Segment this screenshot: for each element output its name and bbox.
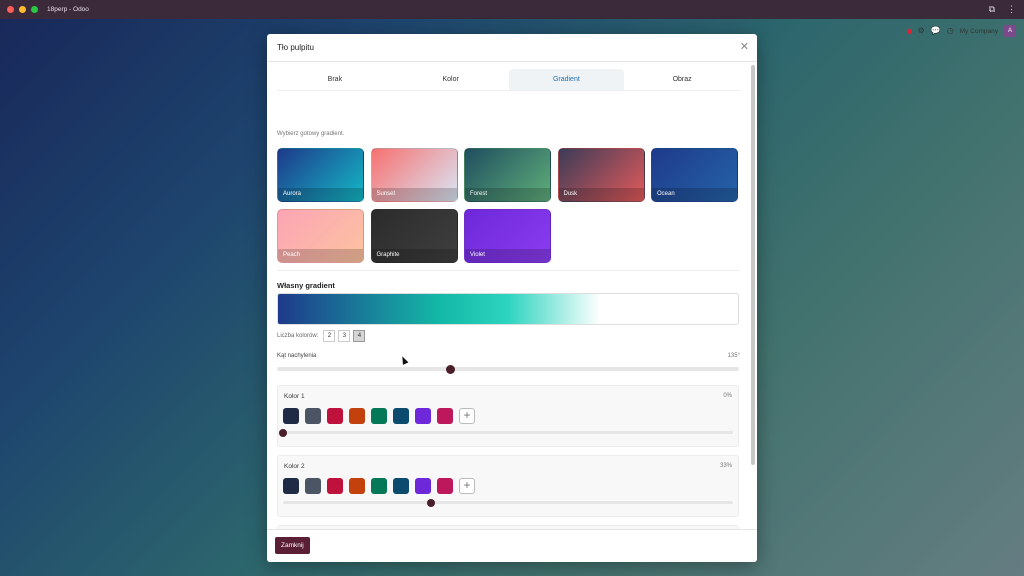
close-icon[interactable]: ✕ [740,42,749,53]
preset-dusk[interactable]: Dusk [557,148,645,202]
preset-sunset[interactable]: Sunset [370,148,458,202]
color-swatch[interactable] [437,478,453,494]
dialog-title: Tło pulpitu [277,43,314,52]
preset-hint: Wybierz gotowy gradient. [277,131,345,137]
dialog-footer: Zamknij [267,529,757,562]
color-swatch[interactable] [327,478,343,494]
color-swatch[interactable] [415,408,431,424]
preset-label: Dusk [558,188,644,201]
tab-bar: Brak Kolor Gradient Obraz [277,69,740,91]
close-button[interactable]: Zamknij [275,537,310,554]
color-swatch[interactable] [371,408,387,424]
color-swatch[interactable] [393,478,409,494]
clock-icon[interactable]: ◷ [947,27,954,35]
color-stop-card: Kolor 1 0% + [277,385,739,447]
preset-violet[interactable]: Violet [464,209,551,263]
dialog-header: Tło pulpitu ✕ [267,34,757,62]
color-stop-slider-thumb[interactable] [278,428,287,437]
tab-color[interactable]: Kolor [393,69,509,90]
color-swatch[interactable] [349,408,365,424]
background-dialog: Tło pulpitu ✕ Brak Kolor Gradient Obraz … [267,34,757,562]
angle-slider[interactable] [277,364,739,374]
tab-gradient[interactable]: Gradient [508,69,625,90]
preset-peach[interactable]: Peach [277,209,364,263]
angle-label: Kąt nachylenia [277,353,317,359]
preset-aurora[interactable]: Aurora [277,148,364,202]
preset-label: Aurora [278,188,363,201]
preset-graphite[interactable]: Graphite [370,209,458,263]
custom-gradient-title: Własny gradient [277,281,335,290]
minimize-window-icon[interactable] [19,6,26,13]
color-swatch[interactable] [349,478,365,494]
color-count-selector: Liczba kolorów: 2 3 4 [277,330,366,342]
color-stop-title: Kolor 2 [284,463,305,470]
add-color-icon[interactable]: + [459,478,475,494]
settings-icon[interactable]: ⚙ [918,27,925,35]
record-dot-icon[interactable] [906,28,912,34]
color-swatch[interactable] [283,408,299,424]
preset-ocean[interactable]: Ocean [651,148,738,202]
color-stop-slider-thumb[interactable] [427,498,435,507]
custom-gradient-preview [277,293,739,325]
more-vertical-icon[interactable]: ⋮ [1007,4,1016,14]
color-stop-slider[interactable] [283,498,733,507]
color-stop-position: 0% [723,393,732,399]
systray: ⚙ 💬 ◷ My Company A [906,25,1016,37]
browser-titlebar: 18perp - Odoo ⧉ ⋮ [0,0,1024,19]
scrollbar[interactable] [751,65,755,465]
dialog-body: Brak Kolor Gradient Obraz Wybierz gotowy… [267,63,757,529]
color-swatch[interactable] [371,478,387,494]
window-title: 18perp - Odoo [47,6,89,13]
tab-image[interactable]: Obraz [624,69,740,90]
company-name[interactable]: My Company [960,28,998,35]
color-swatch[interactable] [327,408,343,424]
color-swatch[interactable] [415,478,431,494]
tab-none[interactable]: Brak [277,69,393,90]
color-swatch[interactable] [437,408,453,424]
preset-label: Sunset [371,188,457,201]
angle-slider-thumb[interactable] [445,364,455,374]
color-swatch[interactable] [393,408,409,424]
color-count-option[interactable]: 4 [353,330,366,342]
angle-value: 135° [727,353,740,359]
preset-label: Peach [278,249,363,262]
avatar[interactable]: A [1004,25,1016,37]
color-stop-position: 33% [719,463,732,469]
preset-label: Ocean [652,188,737,201]
window-controls [7,6,38,13]
preset-label: Forest [465,188,550,201]
preset-label: Graphite [371,249,457,262]
preset-label: Violet [465,249,550,262]
close-window-icon[interactable] [7,6,14,13]
color-swatch[interactable] [283,478,299,494]
color-swatch[interactable] [305,478,321,494]
chat-icon[interactable]: 💬 [931,27,941,35]
preset-forest[interactable]: Forest [464,148,551,202]
color-count-label: Liczba kolorów: [277,333,319,339]
color-swatch[interactable] [305,408,321,424]
color-stop-title: Kolor 1 [284,393,305,400]
extension-icon[interactable]: ⧉ [989,4,995,14]
swatch-row: + [283,478,475,494]
swatch-row: + [283,408,475,424]
add-color-icon[interactable]: + [459,408,475,424]
color-stop-card: Kolor 2 33% + [277,455,739,517]
color-count-option[interactable]: 2 [323,330,336,342]
color-count-option[interactable]: 3 [338,330,351,342]
color-stop-slider[interactable] [278,428,733,437]
maximize-window-icon[interactable] [31,6,38,13]
